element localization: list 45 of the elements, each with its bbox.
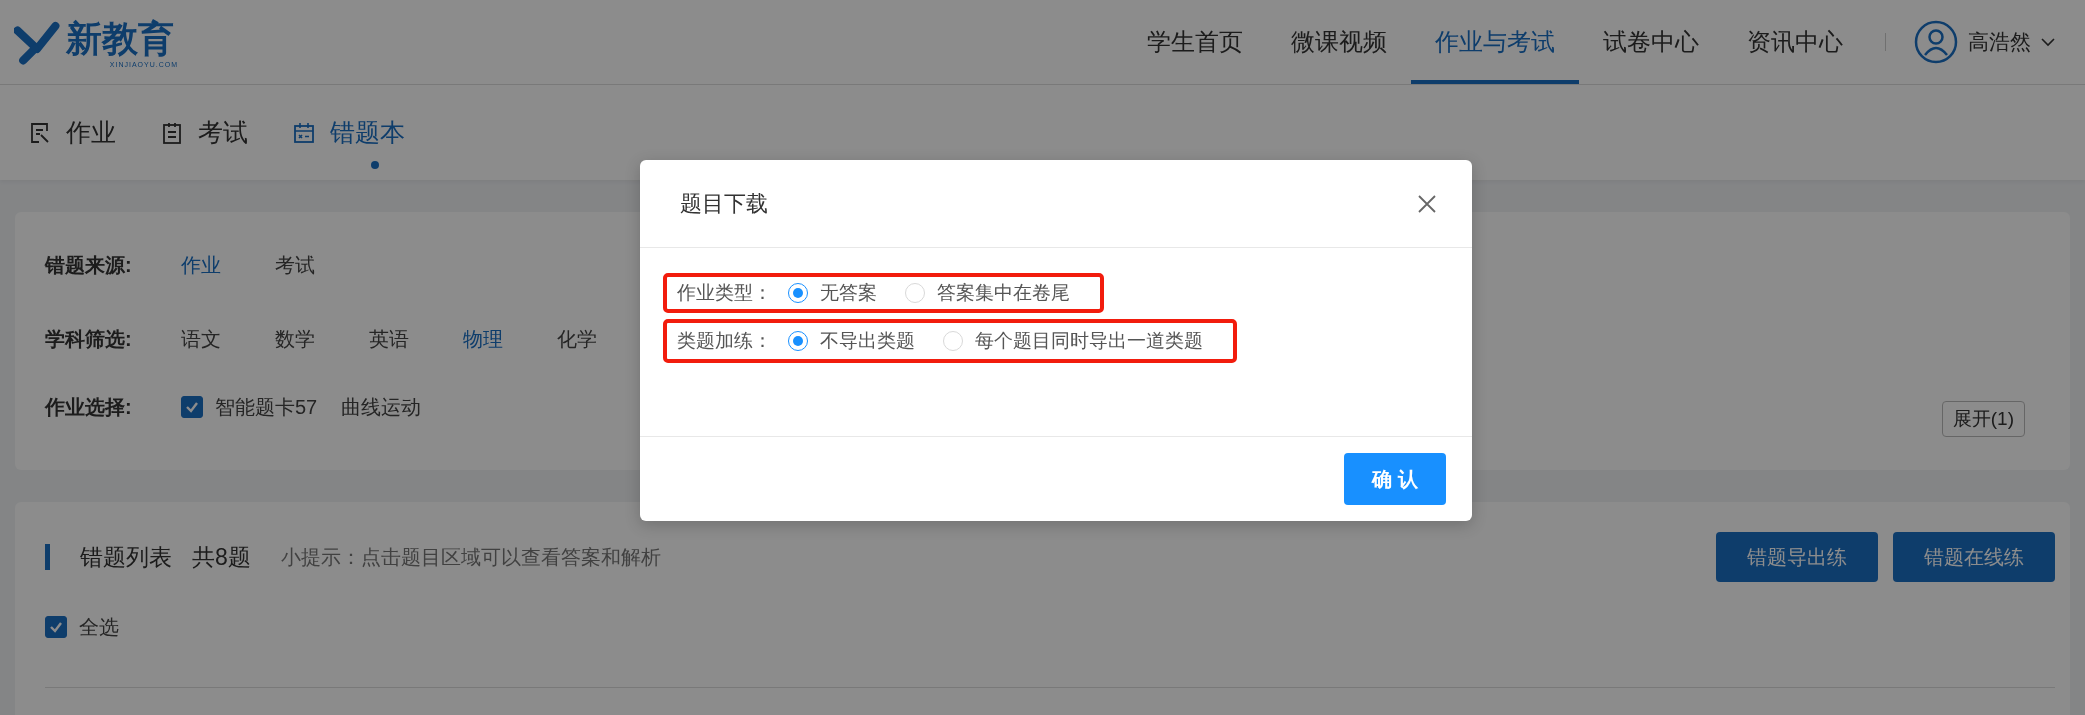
action-button[interactable]: 错题在线练 <box>1893 532 2055 582</box>
radio-option[interactable]: 答案集中在卷尾 <box>905 280 1070 306</box>
checkbox[interactable] <box>181 396 203 418</box>
radio-option[interactable]: 不导出类题 <box>788 328 915 354</box>
select-all-label[interactable]: 全选 <box>79 613 119 641</box>
radio-option[interactable]: 每个题目同时导出一道类题 <box>943 328 1203 354</box>
homework-chapter: 曲线运动 <box>341 394 422 420</box>
filter-option[interactable]: 语文 <box>181 325 275 353</box>
option-label: 类题加练： <box>677 329 772 353</box>
list-title: 错题列表 <box>80 542 172 572</box>
logo-name: 新教育 <box>66 16 175 61</box>
active-dot <box>370 161 379 169</box>
sub-tab[interactable]: 作业 <box>28 94 116 171</box>
checkbox[interactable] <box>45 616 67 638</box>
filter-option[interactable]: 物理 <box>463 325 557 353</box>
action-button[interactable]: 错题导出练 <box>1716 532 1878 582</box>
close-icon[interactable] <box>1418 194 1436 213</box>
option-label: 作业类型： <box>677 281 772 305</box>
filter-option[interactable]: 作业 <box>181 251 275 279</box>
filter-label: 作业选择: <box>45 394 133 420</box>
hint-text: 小提示：点击题目区域可以查看答案和解析 <box>280 544 661 570</box>
dialog-title: 题目下载 <box>680 189 768 218</box>
filter-option[interactable]: 考试 <box>275 251 369 279</box>
nav-link[interactable]: 微课视频 <box>1267 0 1411 84</box>
chevron-down-icon[interactable] <box>2041 37 2055 47</box>
filter-label: 学科筛选: <box>45 326 133 352</box>
sub-tab[interactable]: 错题本 <box>292 94 405 171</box>
user-avatar-icon[interactable] <box>1914 20 1958 64</box>
homework-title[interactable]: 智能题卡57 <box>215 393 318 421</box>
filter-option[interactable]: 数学 <box>275 325 369 353</box>
title-accent-bar <box>45 544 50 570</box>
logo-icon <box>14 19 60 65</box>
filter-label: 错题来源: <box>45 252 133 278</box>
calendar-icon <box>292 120 316 145</box>
radio-option[interactable]: 无答案 <box>788 280 877 306</box>
sub-tab[interactable]: 考试 <box>160 94 248 171</box>
confirm-button[interactable]: 确 认 <box>1344 453 1446 505</box>
question-count: 共8题 <box>192 542 251 572</box>
filter-option[interactable]: 英语 <box>369 325 463 353</box>
expand-button[interactable]: 展开(1) <box>1941 401 2025 437</box>
nav-link[interactable]: 资讯中心 <box>1723 0 1867 84</box>
nav-link[interactable]: 试卷中心 <box>1579 0 1723 84</box>
user-name[interactable]: 高浩然 <box>1968 28 2031 56</box>
clipboard-icon <box>160 120 184 145</box>
nav-link[interactable]: 学生首页 <box>1123 0 1267 84</box>
